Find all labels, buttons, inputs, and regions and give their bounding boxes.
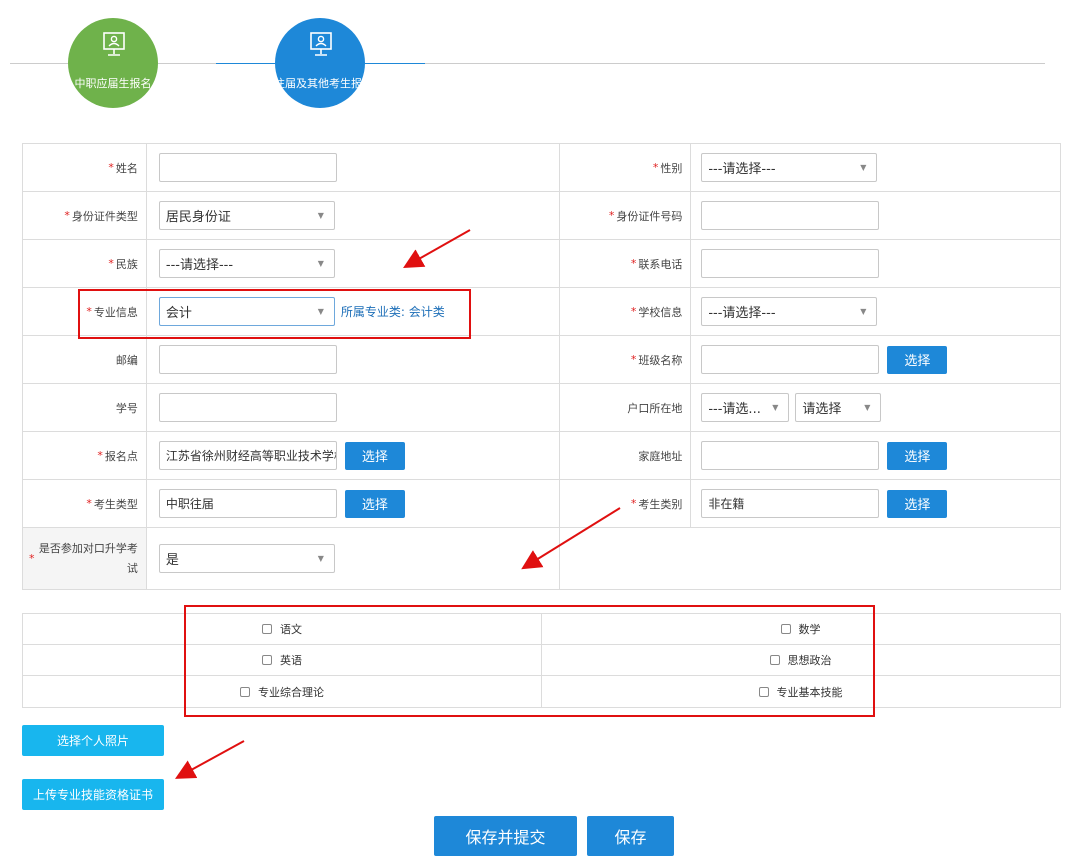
- arrow-to-subjects: [521, 507, 621, 570]
- arrow-to-upload: [174, 740, 245, 779]
- annotation-arrows: [174, 229, 621, 779]
- arrow-to-major: [403, 229, 471, 268]
